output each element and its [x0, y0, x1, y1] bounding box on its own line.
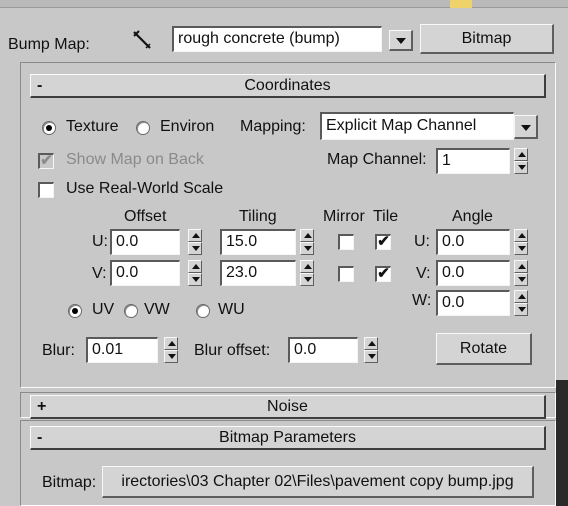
uv-label: UV: [92, 301, 115, 318]
tile-u-checkbox[interactable]: ✔: [375, 234, 391, 250]
blur-spinner[interactable]: [164, 337, 178, 363]
blur-label: Blur:: [42, 342, 75, 359]
uv-radio[interactable]: [68, 304, 82, 318]
angle-w-label: W:: [412, 292, 432, 309]
top-toolbar-strip: [0, 0, 568, 8]
show-map-on-back-checkbox[interactable]: ✔: [38, 153, 54, 169]
tiling-header: Tiling: [239, 208, 277, 225]
mapping-select[interactable]: Explicit Map Channel: [320, 112, 514, 140]
check-mark-icon: ✔: [377, 265, 390, 282]
noise-rollout-header[interactable]: + Noise: [30, 395, 546, 419]
mapping-dropdown-arrow[interactable]: [514, 115, 538, 139]
angle-u-label: U:: [414, 233, 430, 250]
blur-offset-field[interactable]: 0.0: [288, 337, 358, 363]
check-mark-icon: ✔: [377, 233, 390, 250]
bump-map-label: Bump Map:: [8, 36, 90, 53]
tile-v-checkbox[interactable]: ✔: [375, 266, 391, 282]
material-dropdown-arrow[interactable]: [389, 30, 413, 51]
map-channel-label: Map Channel:: [327, 151, 427, 168]
vw-label: VW: [144, 301, 170, 318]
use-real-world-scale-checkbox[interactable]: [38, 182, 54, 198]
wu-radio[interactable]: [196, 304, 210, 318]
texture-radio[interactable]: [42, 121, 56, 135]
coordinates-rollout-header[interactable]: - Coordinates: [30, 74, 546, 98]
mirror-v-checkbox[interactable]: [338, 266, 354, 282]
offset-u-spinner[interactable]: [188, 229, 202, 255]
show-map-on-back-label: Show Map on Back: [66, 151, 204, 168]
blur-offset-spinner[interactable]: [364, 337, 378, 363]
mirror-u-checkbox[interactable]: [338, 234, 354, 250]
offset-u-field[interactable]: 0.0: [110, 229, 180, 255]
use-real-world-scale-label: Use Real-World Scale: [66, 180, 224, 197]
blur-offset-label: Blur offset:: [194, 342, 271, 359]
panel-edge: [556, 380, 568, 506]
bitmap-label: Bitmap:: [42, 474, 97, 491]
environ-label: Environ: [160, 118, 215, 135]
bitmap-parameters-rollout-header[interactable]: - Bitmap Parameters: [30, 426, 546, 450]
angle-header: Angle: [452, 208, 493, 225]
bitmap-path-button[interactable]: irectories\03 Chapter 02\Files\pavement …: [102, 466, 534, 498]
coordinates-title: Coordinates: [244, 77, 331, 94]
angle-u-spinner[interactable]: [514, 229, 528, 255]
tiling-u-field[interactable]: 15.0: [220, 229, 296, 255]
angle-v-label: V:: [416, 265, 431, 282]
offset-header: Offset: [124, 208, 167, 225]
angle-v-spinner[interactable]: [514, 260, 528, 286]
blur-field[interactable]: 0.01: [86, 337, 158, 363]
mirror-header: Mirror: [323, 208, 365, 225]
map-channel-spinner[interactable]: [514, 148, 528, 174]
offset-v-label: V:: [92, 265, 107, 282]
mapping-label: Mapping:: [240, 118, 306, 135]
wu-label: WU: [218, 301, 245, 318]
environ-radio[interactable]: [136, 121, 150, 135]
angle-v-field[interactable]: 0.0: [436, 260, 510, 286]
tiling-v-spinner[interactable]: [300, 260, 314, 286]
tile-header: Tile: [373, 208, 399, 225]
tiling-u-spinner[interactable]: [300, 229, 314, 255]
offset-u-label: U:: [92, 233, 108, 250]
offset-v-spinner[interactable]: [188, 260, 202, 286]
eyedropper-icon[interactable]: [130, 28, 156, 54]
toolbar-highlight: [450, 0, 472, 8]
bitmap-parameters-title: Bitmap Parameters: [219, 429, 356, 446]
tiling-v-field[interactable]: 23.0: [220, 260, 296, 286]
material-name-field[interactable]: rough concrete (bump): [172, 26, 382, 52]
noise-title: Noise: [267, 398, 308, 415]
rotate-button[interactable]: Rotate: [436, 333, 532, 365]
angle-u-field[interactable]: 0.0: [436, 229, 510, 255]
texture-label: Texture: [66, 118, 119, 135]
vw-radio[interactable]: [124, 304, 138, 318]
offset-v-field[interactable]: 0.0: [110, 260, 180, 286]
bitmap-type-button[interactable]: Bitmap: [420, 24, 554, 54]
angle-w-spinner[interactable]: [514, 290, 528, 316]
map-channel-field[interactable]: 1: [436, 148, 510, 174]
check-mark-icon: ✔: [40, 152, 53, 169]
angle-w-field[interactable]: 0.0: [436, 290, 510, 316]
